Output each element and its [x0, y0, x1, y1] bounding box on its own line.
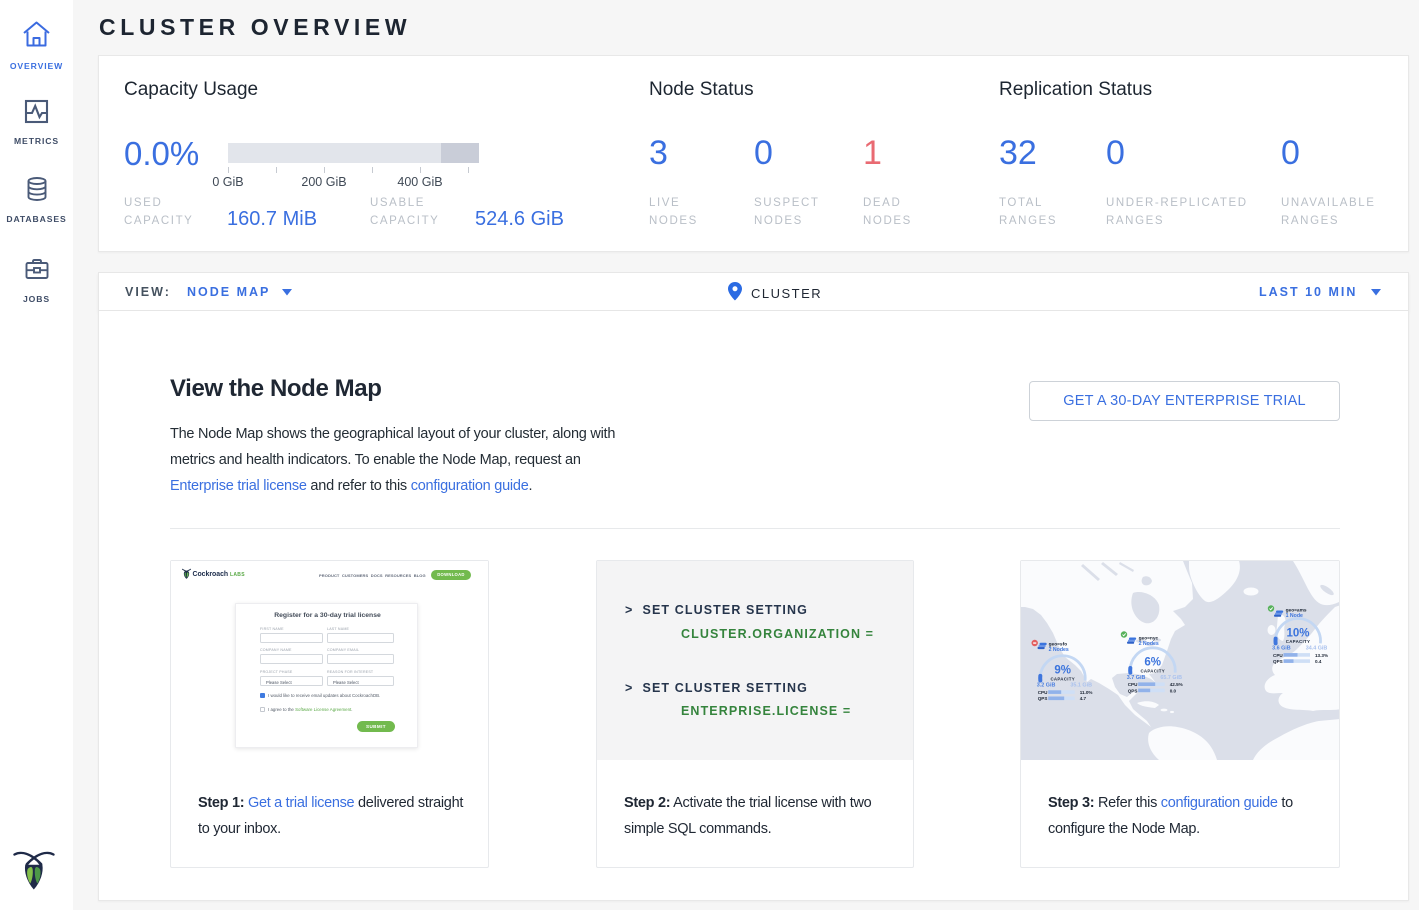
- svg-text:2 Nodes: 2 Nodes: [1049, 647, 1069, 653]
- svg-text:42.5%: 42.5%: [1170, 682, 1183, 687]
- svg-text:CAPACITY: CAPACITY: [1140, 668, 1165, 673]
- svg-text:35.1 GiB: 35.1 GiB: [1070, 683, 1092, 689]
- svg-text:3.2 GiB: 3.2 GiB: [1037, 683, 1056, 689]
- svg-text:3.7 GiB: 3.7 GiB: [1127, 675, 1146, 681]
- svg-text:10%: 10%: [1286, 627, 1309, 639]
- svg-text:13.3%: 13.3%: [1315, 653, 1328, 658]
- svg-text:0.0: 0.0: [1170, 688, 1177, 693]
- svg-text:CAPACITY: CAPACITY: [1286, 639, 1311, 644]
- svg-text:65.7 GiB: 65.7 GiB: [1160, 675, 1182, 681]
- svg-text:34.4 GiB: 34.4 GiB: [1306, 646, 1328, 652]
- svg-text:2 Nodes: 2 Nodes: [1139, 641, 1159, 647]
- svg-text:11.0%: 11.0%: [1080, 690, 1093, 695]
- svg-text:CAPACITY: CAPACITY: [1050, 676, 1075, 681]
- svg-text:9%: 9%: [1054, 665, 1071, 677]
- svg-text:QPS: QPS: [1128, 688, 1138, 693]
- svg-text:QPS: QPS: [1038, 696, 1048, 701]
- svg-text:6%: 6%: [1144, 657, 1161, 669]
- svg-text:CPU: CPU: [1273, 653, 1283, 658]
- svg-text:CPU: CPU: [1038, 690, 1048, 695]
- svg-text:3.6 GiB: 3.6 GiB: [1272, 646, 1291, 652]
- svg-text:QPS: QPS: [1273, 659, 1283, 664]
- svg-text:4.7: 4.7: [1080, 696, 1087, 701]
- svg-text:0.4: 0.4: [1315, 659, 1322, 664]
- svg-text:CPU: CPU: [1128, 682, 1138, 687]
